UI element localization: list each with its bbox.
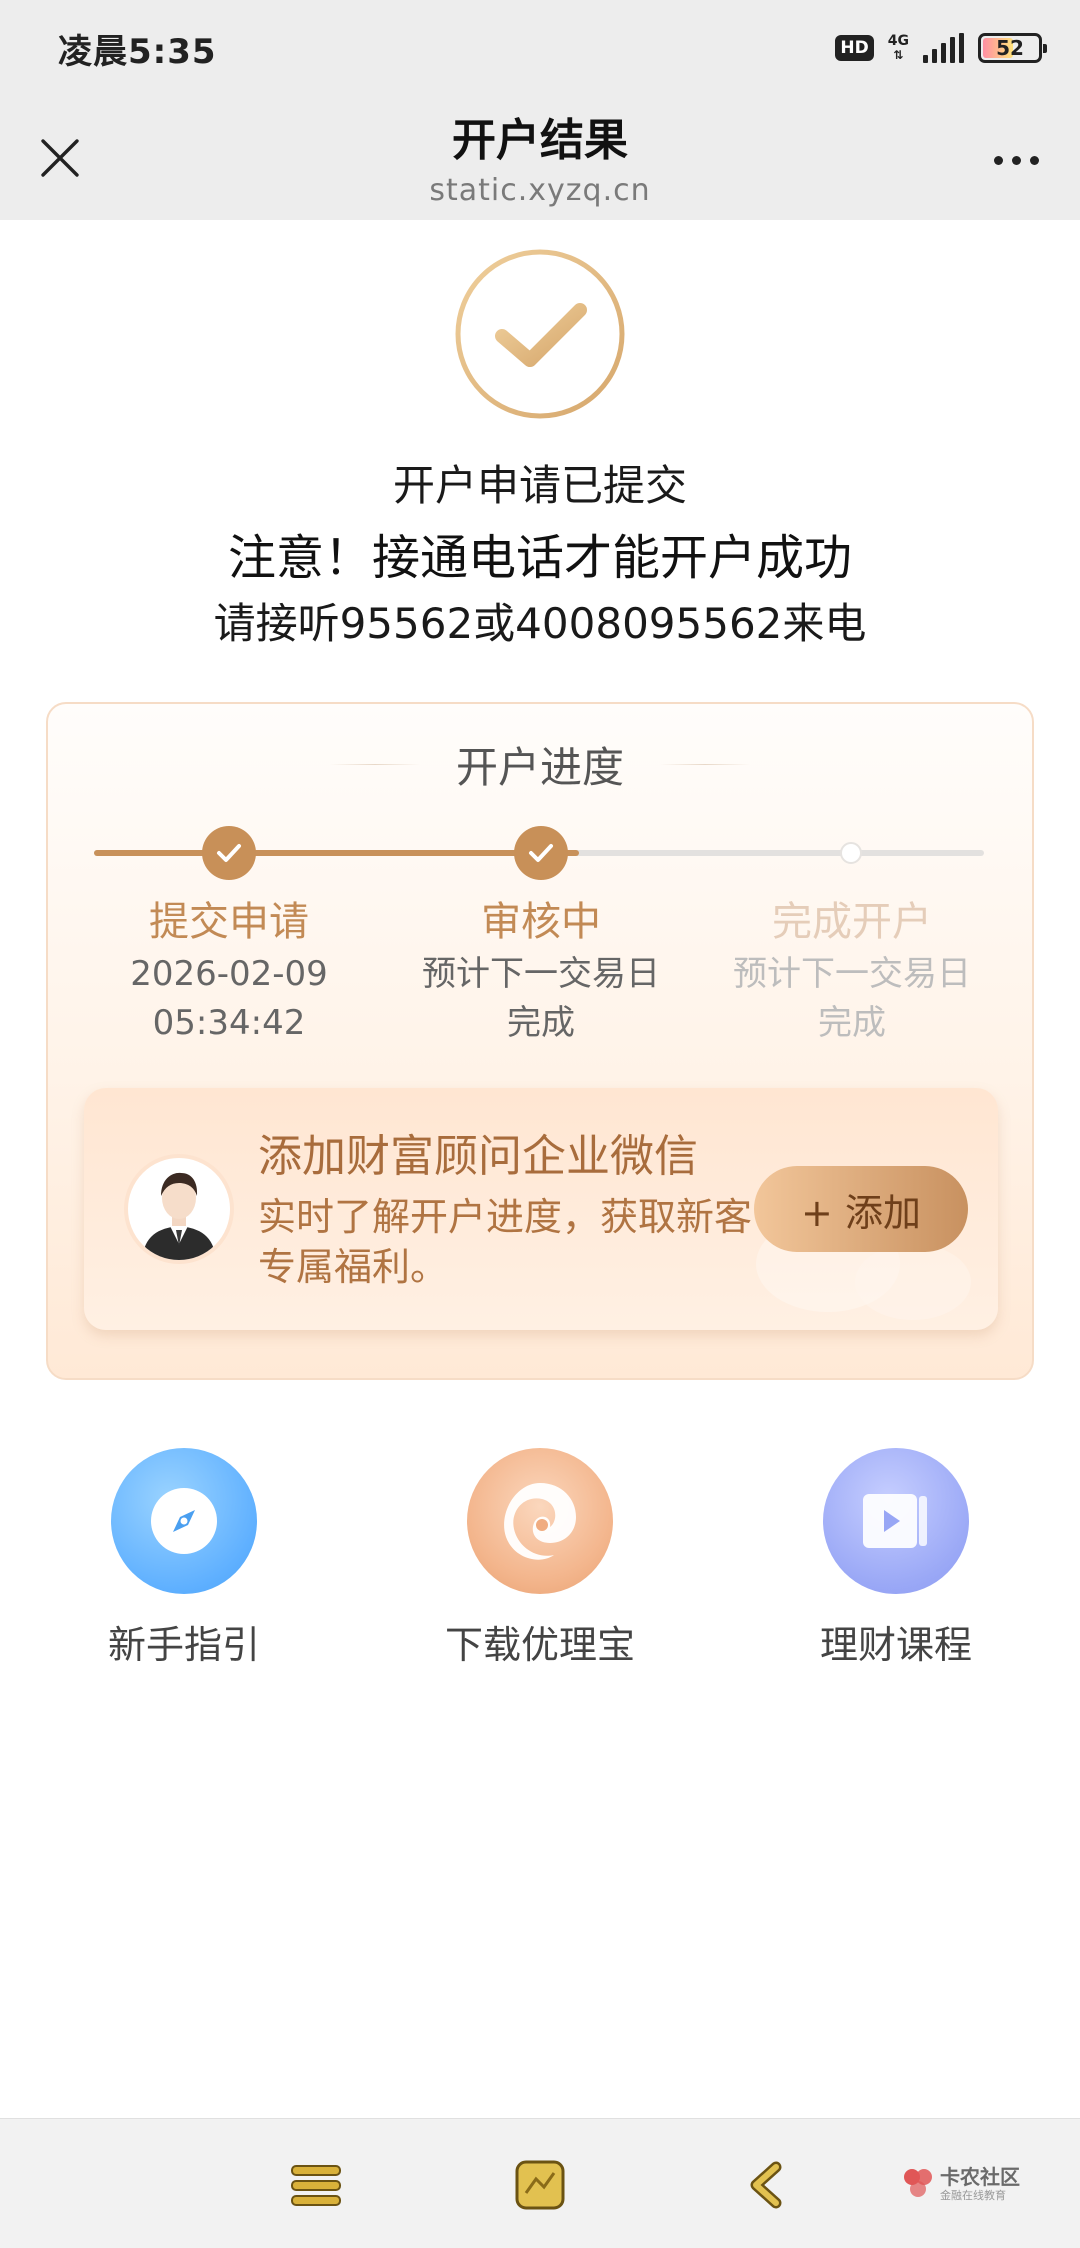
step-name: 提交申请: [149, 899, 309, 945]
close-button[interactable]: [34, 132, 86, 184]
card-title: 开户进度: [455, 743, 624, 792]
quick-link-label: 理财课程: [819, 1623, 972, 1667]
step-estimate: 预计下一交易日: [733, 954, 971, 994]
step-done-dot: [514, 826, 568, 880]
success-check-icon: [455, 249, 625, 419]
back-icon: [750, 2161, 782, 2209]
step-pending-dot: [840, 842, 862, 864]
compass-icon: [111, 1448, 257, 1594]
wechat-description: 实时了解开户进度，获取新客专属福利。: [258, 1195, 753, 1289]
quick-link-label: 新手指引: [107, 1623, 260, 1667]
step-review: 审核中 预计下一交易日 完成: [411, 894, 671, 1048]
step-done-dot: [202, 826, 256, 880]
step-estimate-suffix: 完成: [507, 1003, 575, 1043]
watermark-name: 卡农社区: [940, 2165, 1020, 2189]
quick-link-download[interactable]: 下载优理宝: [420, 1448, 660, 1669]
more-dot-icon: [993, 155, 1003, 165]
menu-button[interactable]: [290, 2159, 342, 2211]
bottom-nav: 卡农社区 金融在线教育: [0, 2118, 1080, 2248]
check-icon: [217, 844, 241, 862]
title-divider: [329, 764, 420, 765]
result-submitted-text: 开户申请已提交: [392, 461, 687, 510]
card-title-row: 开户进度: [48, 734, 1032, 795]
quick-link-guide[interactable]: 新手指引: [64, 1448, 304, 1669]
status-icons: HD 4G ⇅ 52: [835, 33, 1047, 63]
menu-icon: [291, 2165, 341, 2206]
advisor-avatar-icon: [142, 1172, 216, 1260]
close-icon: [41, 139, 79, 177]
add-advisor-button[interactable]: + 添加: [754, 1166, 968, 1252]
step-submit: 提交申请 2026-02-09 05:34:42: [99, 894, 359, 1048]
more-dot-icon: [1011, 155, 1021, 165]
nav-title-group: 开户结果 static.xyzq.cn: [240, 110, 840, 210]
status-bar: 凌晨5:35 HD 4G ⇅ 52: [0, 0, 1080, 96]
signal-icon: [923, 33, 964, 63]
quick-link-course[interactable]: 理财课程: [776, 1448, 1016, 1669]
battery-level: 52: [996, 36, 1024, 60]
step-estimate-suffix: 完成: [818, 1003, 886, 1043]
step-estimate: 预计下一交易日: [422, 954, 660, 994]
step-time: 05:34:42: [152, 1003, 306, 1043]
watermark-logo-icon: [904, 2169, 932, 2197]
more-dot-icon: [1029, 155, 1039, 165]
network-icon: 4G ⇅: [887, 33, 909, 62]
hd-badge: HD: [835, 35, 874, 61]
result-notice-text: 注意！接通电话才能开户成功: [227, 530, 852, 586]
watermark: 卡农社区 金融在线教育: [900, 2161, 1060, 2211]
more-button[interactable]: [986, 140, 1046, 180]
progress-track-filled: [94, 850, 579, 856]
battery-icon: 52: [978, 33, 1047, 63]
step-name: 完成开户: [772, 899, 932, 945]
nav-bar: 开户结果 static.xyzq.cn: [0, 96, 1080, 220]
wechat-advisor-card[interactable]: 添加财富顾问企业微信 实时了解开户进度，获取新客专属福利。 + 添加: [84, 1088, 998, 1330]
check-icon: [529, 844, 553, 862]
status-time: 凌晨5:35: [58, 31, 217, 72]
video-course-icon: [823, 1448, 969, 1594]
title-divider: [660, 764, 750, 765]
progress-card: 开户进度 提交申请 2026-02-09 05:34:42 审核中 预计下一交易…: [46, 702, 1034, 1380]
network-label: 4G: [887, 33, 909, 49]
step-name: 审核中: [481, 899, 601, 945]
quick-link-label: 下载优理宝: [444, 1623, 635, 1667]
result-phone-text: 请接听95562或4008095562来电: [213, 599, 867, 648]
step-date: 2026-02-09: [130, 954, 328, 994]
wechat-title: 添加财富顾问企业微信: [258, 1131, 698, 1182]
home-icon: [515, 2160, 565, 2210]
page-domain: static.xyzq.cn: [429, 173, 651, 208]
page-title: 开户结果: [452, 115, 628, 166]
watermark-subtitle: 金融在线教育: [940, 2189, 1006, 2202]
advisor-avatar: [124, 1154, 234, 1264]
back-button[interactable]: [740, 2159, 792, 2211]
home-button[interactable]: [514, 2159, 566, 2211]
app-logo-icon: [467, 1448, 613, 1594]
step-complete: 完成开户 预计下一交易日 完成: [722, 894, 982, 1048]
